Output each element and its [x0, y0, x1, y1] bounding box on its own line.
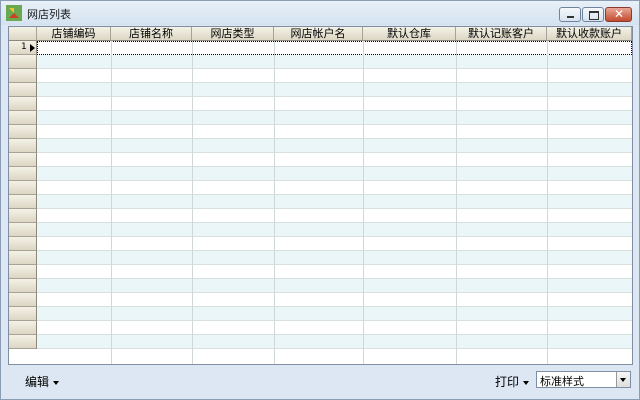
table-row[interactable] [37, 321, 632, 335]
dropdown-arrow-icon[interactable] [616, 372, 630, 387]
row-header[interactable] [9, 251, 37, 265]
shop-list-grid[interactable]: 店铺编码 店铺名称 网店类型 网店帐户名 默认仓库 默认记账客户 默认收款账户 … [8, 26, 633, 365]
edit-label: 编辑 [25, 375, 50, 389]
style-select[interactable]: 标准样式 [536, 371, 631, 388]
bottom-toolbar: 编辑 打印 标准样式 [1, 365, 639, 399]
row-header[interactable] [9, 195, 37, 209]
table-row[interactable] [37, 139, 632, 153]
table-row[interactable] [37, 181, 632, 195]
table-row[interactable] [37, 153, 632, 167]
table-row[interactable] [37, 97, 632, 111]
row-header[interactable] [9, 321, 37, 335]
column-divider [363, 41, 364, 364]
column-divider [547, 41, 548, 364]
corner-header [9, 27, 37, 41]
table-row[interactable] [37, 83, 632, 97]
table-row[interactable] [37, 237, 632, 251]
column-divider [192, 41, 193, 364]
table-row[interactable] [37, 251, 632, 265]
row-header[interactable] [9, 69, 37, 83]
column-header-shop-name[interactable]: 店铺名称 [111, 27, 192, 41]
column-header-default-account[interactable]: 默认收款账户 [547, 27, 632, 41]
maximize-button[interactable] [582, 7, 604, 22]
app-icon [6, 5, 22, 21]
shop-list-window: 网店列表 ✕ 店铺编码 店铺名称 网店类型 网店帐户名 默认仓库 默认记账客户 … [0, 0, 640, 400]
row-header[interactable]: 1 [9, 41, 37, 55]
row-header[interactable] [9, 237, 37, 251]
row-header[interactable] [9, 335, 37, 349]
row-header[interactable] [9, 153, 37, 167]
edit-menu-button[interactable]: 编辑 [25, 373, 60, 390]
style-select-value: 标准样式 [540, 375, 584, 388]
table-row[interactable] [37, 41, 632, 55]
minimize-icon [567, 16, 574, 18]
column-divider [456, 41, 457, 364]
table-row[interactable] [37, 167, 632, 181]
chevron-down-icon [523, 380, 530, 385]
row-header[interactable] [9, 167, 37, 181]
row-header[interactable] [9, 279, 37, 293]
table-row[interactable] [37, 111, 632, 125]
table-row[interactable] [37, 209, 632, 223]
title-bar[interactable]: 网店列表 ✕ [1, 1, 639, 25]
row-header[interactable] [9, 139, 37, 153]
table-row[interactable] [37, 293, 632, 307]
column-header-default-customer[interactable]: 默认记账客户 [456, 27, 547, 41]
table-row[interactable] [37, 125, 632, 139]
column-divider [274, 41, 275, 364]
row-header[interactable] [9, 181, 37, 195]
close-icon: ✕ [614, 7, 625, 21]
row-header[interactable] [9, 307, 37, 321]
table-row[interactable] [37, 265, 632, 279]
print-label: 打印 [495, 375, 520, 389]
row-header[interactable] [9, 111, 37, 125]
column-divider [111, 41, 112, 364]
column-header-shop-code[interactable]: 店铺编码 [37, 27, 111, 41]
row-header[interactable] [9, 83, 37, 97]
maximize-icon [589, 11, 599, 20]
row-header[interactable] [9, 265, 37, 279]
print-menu-button[interactable]: 打印 [495, 373, 530, 390]
row-header[interactable] [9, 293, 37, 307]
table-row[interactable] [37, 279, 632, 293]
row-header[interactable] [9, 209, 37, 223]
table-row[interactable] [37, 69, 632, 83]
current-row-icon [30, 44, 35, 52]
chevron-down-icon [53, 380, 60, 385]
row-header[interactable] [9, 223, 37, 237]
column-header-account-name[interactable]: 网店帐户名 [274, 27, 363, 41]
row-header[interactable] [9, 97, 37, 111]
row-header[interactable] [9, 125, 37, 139]
close-button[interactable]: ✕ [605, 7, 632, 22]
table-row[interactable] [37, 55, 632, 69]
table-row[interactable] [37, 335, 632, 349]
minimize-button[interactable] [559, 7, 581, 22]
table-row[interactable] [37, 195, 632, 209]
row-number: 1 [21, 42, 27, 52]
column-header-default-warehouse[interactable]: 默认仓库 [363, 27, 456, 41]
window-title: 网店列表 [27, 8, 71, 21]
table-row[interactable] [37, 307, 632, 321]
table-row[interactable] [37, 223, 632, 237]
column-header-shop-type[interactable]: 网店类型 [192, 27, 274, 41]
row-header[interactable] [9, 55, 37, 69]
